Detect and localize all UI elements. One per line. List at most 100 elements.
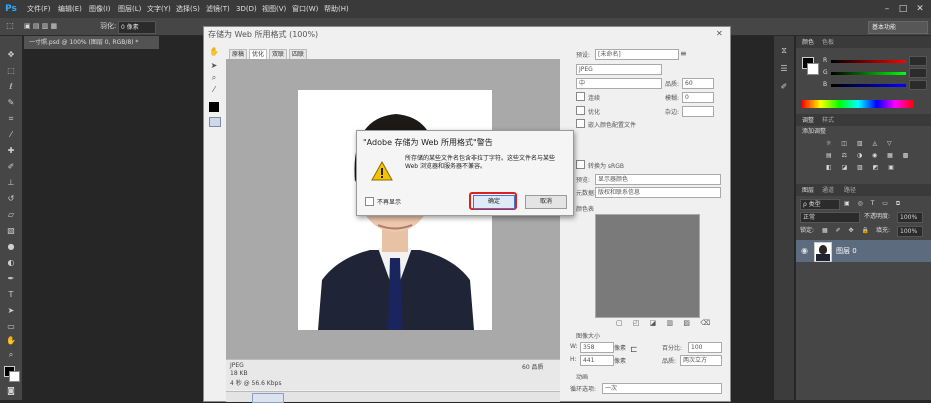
ok-button[interactable]: 确定 — [473, 195, 515, 209]
background-color-swatch[interactable] — [807, 63, 819, 75]
adjustment-icons-row2[interactable]: ▤ ⚖ ◑ ◉ ▦ ▩ — [826, 151, 912, 161]
filter-icons[interactable]: ▣ ◎ T ▭ ⧉ — [844, 199, 903, 209]
format-select[interactable]: JPEG — [576, 64, 662, 75]
dodge-tool-icon[interactable]: ◐ — [5, 258, 17, 268]
close-icon[interactable]: ✕ — [913, 2, 927, 16]
gradient-tool-icon[interactable]: ▧ — [5, 226, 17, 236]
menu-view[interactable]: 视图(V) — [262, 0, 286, 18]
path-select-icon[interactable]: ➤ — [5, 306, 17, 316]
quick-select-tool-icon[interactable]: ✎ — [5, 98, 17, 108]
selection-mode-icons[interactable]: ▣ ▤ ▥ ▦ — [24, 18, 57, 35]
loop-select[interactable]: 一次 — [602, 383, 722, 394]
eyedropper-color-swatch[interactable] — [209, 102, 219, 112]
blur-input[interactable]: 0 — [682, 92, 714, 103]
workspace-select[interactable]: 基本功能 — [868, 21, 928, 34]
stamp-tool-icon[interactable]: ⊥ — [5, 178, 17, 188]
dialog-close-icon[interactable]: ✕ — [716, 29, 723, 38]
fill-input[interactable]: 100% — [897, 226, 923, 237]
red-slider[interactable] — [831, 60, 906, 63]
preset-menu-icon[interactable]: ≡ — [680, 49, 687, 58]
blue-slider[interactable] — [831, 84, 906, 87]
properties-panel-icon[interactable]: ☰ — [778, 64, 790, 74]
quick-mask-icon[interactable]: ◙ — [5, 386, 17, 396]
eye-icon[interactable]: ◉ — [801, 246, 808, 255]
metadata-select[interactable]: 版权和联系信息 — [595, 187, 721, 198]
menu-type[interactable]: 文字(Y) — [147, 0, 171, 18]
pen-tool-icon[interactable]: ✒ — [5, 274, 17, 284]
preset-select[interactable]: [未命名] — [595, 49, 679, 60]
tab-paths[interactable]: 路径 — [844, 186, 856, 196]
height-input[interactable]: 441 — [580, 355, 614, 366]
dont-show-again-checkbox[interactable] — [365, 197, 374, 206]
layer-row[interactable]: ◉ 图层 0 — [796, 240, 931, 262]
feather-input[interactable]: 0 像素 — [118, 21, 156, 34]
tab-swatches[interactable]: 色板 — [822, 38, 834, 48]
layer-filter-select[interactable]: ρ 类型 — [800, 199, 840, 210]
brush-panel-icon[interactable]: ✐ — [778, 82, 790, 92]
menu-filter[interactable]: 滤镜(T) — [206, 0, 230, 18]
menu-select[interactable]: 选择(S) — [176, 0, 200, 18]
opacity-input[interactable]: 100% — [897, 212, 923, 223]
menu-window[interactable]: 窗口(W) — [292, 0, 318, 18]
cancel-button[interactable]: 取消 — [525, 195, 567, 209]
menu-3d[interactable]: 3D(D) — [236, 0, 257, 18]
adjustment-icons-row3[interactable]: ◧ ◪ ▨ ◩ ▣ — [826, 163, 898, 173]
tab-color[interactable]: 颜色 — [802, 38, 814, 48]
healing-brush-icon[interactable]: ✚ — [5, 146, 17, 156]
history-brush-icon[interactable]: ↺ — [5, 194, 17, 204]
matte-select[interactable] — [682, 106, 714, 117]
history-panel-icon[interactable]: ⧖ — [778, 46, 790, 56]
preview-select[interactable]: 显示器颜色 — [595, 174, 721, 185]
rectangle-tool-icon[interactable]: ▭ — [5, 322, 17, 332]
document-tab[interactable]: 一寸照.psd @ 100% (图层 0, RGB/8) * — [24, 36, 159, 49]
tab-adjustments[interactable]: 调整 — [802, 116, 814, 126]
eyedropper-tool-icon[interactable]: ⁄ — [5, 130, 17, 140]
constrain-link-icon[interactable]: ⊏ — [630, 345, 638, 355]
color-spectrum[interactable] — [802, 100, 914, 108]
progressive-checkbox[interactable] — [576, 92, 585, 101]
maximize-icon[interactable]: □ — [896, 2, 910, 16]
marquee-tool-icon[interactable]: ⬚ — [4, 21, 16, 31]
percent-input[interactable]: 100 — [688, 342, 722, 353]
blur-tool-icon[interactable]: ● — [5, 242, 17, 252]
eraser-tool-icon[interactable]: ▱ — [5, 210, 17, 220]
menu-help[interactable]: 帮助(H) — [324, 0, 349, 18]
type-tool-icon[interactable]: T — [5, 290, 17, 300]
menu-image[interactable]: 图像(I) — [89, 0, 111, 18]
zoom-tool-icon[interactable]: ⌕ — [5, 350, 17, 360]
quality-input[interactable]: 60 — [682, 78, 714, 89]
marquee-tool-icon[interactable]: ⬚ — [5, 66, 17, 76]
brush-tool-icon[interactable]: ✐ — [5, 162, 17, 172]
lock-icons[interactable]: ▦ ✐ ✥ 🔒 — [822, 226, 872, 236]
hand-tool-icon[interactable]: ✋ — [5, 336, 17, 346]
green-value[interactable] — [909, 68, 927, 78]
embed-profile-checkbox[interactable] — [576, 119, 585, 128]
menu-file[interactable]: 文件(F) — [27, 0, 51, 18]
blue-value[interactable] — [909, 80, 927, 90]
blend-mode-select[interactable]: 正常 — [800, 212, 860, 223]
red-value[interactable] — [909, 56, 927, 66]
green-slider[interactable] — [831, 72, 906, 75]
tab-styles[interactable]: 样式 — [822, 116, 834, 126]
toggle-slices-icon[interactable] — [209, 117, 221, 127]
eyedropper-icon[interactable]: ⁄ — [208, 85, 220, 95]
adjustment-icons-row1[interactable]: ☼ ◫ ▥ ◬ ▽ — [826, 139, 896, 149]
tab-channels[interactable]: 通道 — [822, 186, 834, 196]
background-color-swatch[interactable] — [9, 371, 20, 382]
menu-layer[interactable]: 图层(L) — [118, 0, 141, 18]
move-tool-icon[interactable]: ✥ — [5, 50, 17, 60]
quality-level-select[interactable]: 中 — [576, 78, 662, 89]
color-table-icons[interactable]: ▢ ◰ ◪ ▥ ▨ ⌫ — [616, 319, 714, 327]
minimize-icon[interactable]: – — [880, 2, 894, 16]
crop-tool-icon[interactable]: ⌗ — [5, 114, 17, 124]
zoom-select[interactable] — [252, 393, 284, 403]
lasso-tool-icon[interactable]: ℓ — [5, 82, 17, 92]
menu-edit[interactable]: 编辑(E) — [58, 0, 82, 18]
convert-srgb-checkbox[interactable] — [576, 160, 585, 169]
slice-select-icon[interactable]: ➤ — [208, 61, 220, 71]
zoom-tool-icon[interactable]: ⌕ — [208, 73, 220, 83]
hand-tool-icon[interactable]: ✋ — [208, 47, 220, 57]
tab-layers[interactable]: 图层 — [802, 186, 814, 196]
width-input[interactable]: 358 — [580, 342, 614, 353]
resample-select[interactable]: 两次立方 — [680, 355, 722, 366]
